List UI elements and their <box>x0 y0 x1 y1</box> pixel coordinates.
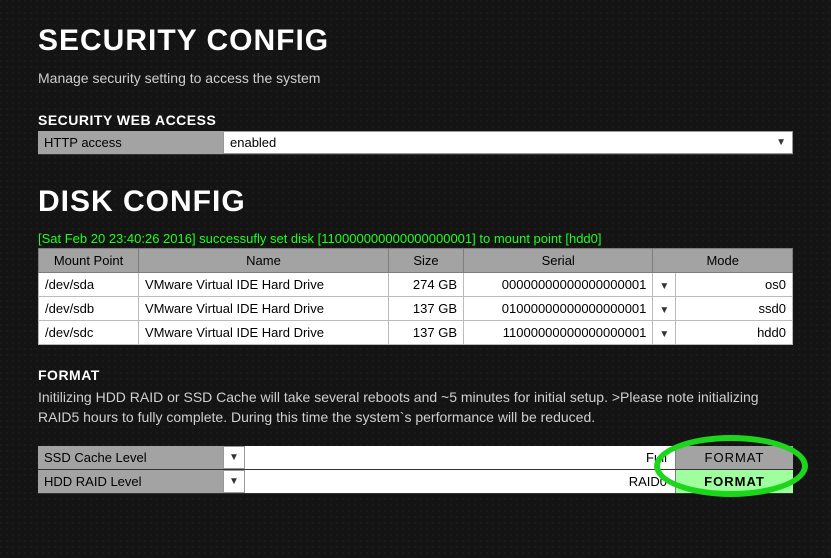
table-row: /dev/sdc VMware Virtual IDE Hard Drive 1… <box>39 321 793 345</box>
disk-config-title: DISK CONFIG <box>38 185 793 219</box>
cell-size: 137 GB <box>389 321 464 345</box>
hdd-raid-level-select[interactable]: ▼ <box>223 470 245 493</box>
cell-mode: hdd0 <box>676 321 793 345</box>
cell-mount: /dev/sdc <box>39 321 139 345</box>
cell-name: VMware Virtual IDE Hard Drive <box>139 273 389 297</box>
security-web-access-label: SECURITY WEB ACCESS <box>38 112 793 128</box>
disk-table: Mount Point Name Size Serial Mode /dev/s… <box>38 248 793 345</box>
ssd-cache-level-select[interactable]: ▼ <box>223 446 245 469</box>
col-mode: Mode <box>653 249 793 273</box>
table-row: /dev/sdb VMware Virtual IDE Hard Drive 1… <box>39 297 793 321</box>
mode-select[interactable]: ▼ <box>653 297 676 321</box>
http-access-label: HTTP access <box>38 131 223 154</box>
chevron-down-icon: ▼ <box>229 452 239 463</box>
chevron-down-icon: ▼ <box>659 305 669 316</box>
table-row: /dev/sda VMware Virtual IDE Hard Drive 2… <box>39 273 793 297</box>
chevron-down-icon: ▼ <box>659 329 669 340</box>
format-description: Initilizing HDD RAID or SSD Cache will t… <box>38 387 793 428</box>
col-size: Size <box>389 249 464 273</box>
disk-status-message: [Sat Feb 20 23:40:26 2016] successufly s… <box>38 231 793 246</box>
cell-mount: /dev/sda <box>39 273 139 297</box>
chevron-down-icon: ▼ <box>229 476 239 487</box>
cell-mode: ssd0 <box>676 297 793 321</box>
cell-size: 274 GB <box>389 273 464 297</box>
hdd-format-button[interactable]: FORMAT <box>675 470 793 493</box>
cell-serial: 11000000000000000001 <box>464 321 653 345</box>
http-access-value: enabled <box>230 135 276 150</box>
ssd-cache-level-value: Full <box>245 446 675 469</box>
col-name: Name <box>139 249 389 273</box>
cell-name: VMware Virtual IDE Hard Drive <box>139 297 389 321</box>
cell-mode: os0 <box>676 273 793 297</box>
security-config-subtitle: Manage security setting to access the sy… <box>38 70 793 86</box>
format-label: FORMAT <box>38 367 793 383</box>
ssd-cache-level-label: SSD Cache Level <box>38 446 223 469</box>
hdd-raid-level-value: RAID0 <box>245 470 675 493</box>
mode-select[interactable]: ▼ <box>653 273 676 297</box>
cell-serial: 00000000000000000001 <box>464 273 653 297</box>
ssd-format-button[interactable]: FORMAT <box>675 446 793 469</box>
cell-mount: /dev/sdb <box>39 297 139 321</box>
http-access-select[interactable]: enabled ▼ <box>223 131 793 154</box>
cell-size: 137 GB <box>389 297 464 321</box>
security-config-title: SECURITY CONFIG <box>38 24 793 58</box>
hdd-raid-level-label: HDD RAID Level <box>38 470 223 493</box>
col-mount-point: Mount Point <box>39 249 139 273</box>
mode-select[interactable]: ▼ <box>653 321 676 345</box>
chevron-down-icon: ▼ <box>776 137 786 148</box>
cell-serial: 01000000000000000001 <box>464 297 653 321</box>
chevron-down-icon: ▼ <box>659 281 669 292</box>
col-serial: Serial <box>464 249 653 273</box>
cell-name: VMware Virtual IDE Hard Drive <box>139 321 389 345</box>
